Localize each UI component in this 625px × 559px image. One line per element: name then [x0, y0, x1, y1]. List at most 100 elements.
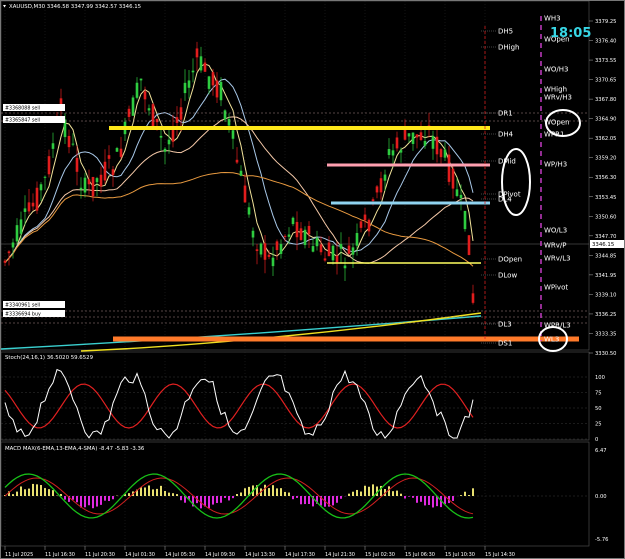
candle-body	[147, 108, 151, 111]
candle-body	[419, 132, 423, 140]
candle-body	[219, 81, 223, 101]
macd-histogram-bar	[280, 488, 282, 496]
macd-histogram-bar	[368, 486, 370, 496]
macd-histogram-bar	[364, 485, 366, 496]
macd-histogram-bar	[432, 496, 434, 508]
price-axis-label: 3353.45	[595, 195, 616, 201]
candle-body	[367, 219, 371, 232]
macd-histogram-bar	[452, 496, 454, 501]
macd-histogram-bar	[140, 487, 142, 496]
chart-window[interactable]: #3368088 sell #3365847 sell #3340961 sell #…	[0, 0, 625, 559]
price-axis-label: 3364.90	[595, 117, 616, 123]
candle-body	[167, 139, 171, 145]
candle-body	[363, 214, 367, 221]
macd-histogram-bar	[216, 496, 218, 504]
macd-histogram-bar	[208, 496, 210, 509]
macd-histogram-bar	[104, 496, 106, 501]
macd-histogram-bar	[340, 496, 342, 499]
candle-body	[103, 161, 107, 181]
price-axis-label: 3379.25	[595, 19, 616, 25]
candle-body	[27, 202, 31, 212]
price-axis-label: 3362.05	[595, 136, 616, 142]
candle-body	[283, 235, 287, 237]
stochastic-panel[interactable]	[1, 351, 590, 441]
time-axis-label: 14 Jul 21:30	[325, 552, 355, 558]
daily-level-label: DOpen	[498, 256, 522, 264]
macd-histogram-bar	[408, 496, 410, 497]
candle-body	[279, 244, 283, 254]
time-axis-label: 14 Jul 09:30	[205, 552, 235, 558]
time-axis-label: 14 Jul 13:30	[245, 552, 275, 558]
candle-body	[211, 72, 215, 86]
macd-histogram-bar	[240, 492, 242, 496]
macd-histogram-bar	[148, 485, 150, 496]
candle-body	[183, 82, 187, 94]
macd-histogram-bar	[388, 486, 390, 496]
candle-body	[23, 208, 27, 212]
candle-body	[319, 244, 323, 253]
daily-level-label: DH4	[498, 131, 514, 139]
candle-body	[455, 189, 459, 196]
macd-axis-label: 6.47	[595, 448, 607, 454]
price-axis-label: 3344.85	[595, 253, 616, 259]
macd-histogram-bar	[472, 488, 474, 496]
current-price-label: 3346.15	[592, 242, 614, 248]
candle-body	[415, 134, 419, 138]
weekly-level-label: WO/L3	[544, 227, 567, 235]
chart-canvas[interactable]: #3368088 sell #3365847 sell #3340961 sell #…	[1, 1, 625, 559]
macd-histogram-bar	[224, 496, 226, 498]
macd-histogram-bar	[244, 488, 246, 496]
candle-body	[435, 136, 439, 155]
macd-panel[interactable]	[1, 441, 590, 547]
daily-level-label: DHigh	[498, 44, 519, 52]
candle-body	[439, 149, 443, 158]
price-axis-label: 3339.10	[595, 292, 616, 298]
candle-body	[339, 244, 343, 249]
candle-body	[423, 141, 427, 146]
macd-histogram-bar	[296, 496, 298, 498]
candle-body	[359, 221, 363, 228]
candle-body	[299, 228, 303, 240]
candle-body	[467, 235, 471, 255]
candle-body	[115, 148, 119, 152]
candle-body	[231, 130, 235, 139]
candle-body	[35, 187, 39, 211]
macd-histogram-bar	[288, 492, 290, 496]
candle-body	[271, 257, 275, 267]
macd-histogram-bar	[468, 495, 470, 496]
candle-body	[111, 169, 115, 176]
candle-body	[443, 149, 447, 158]
macd-histogram-bar	[304, 496, 306, 505]
macd-histogram-bar	[420, 496, 422, 502]
macd-histogram-bar	[220, 496, 222, 503]
price-axis-label: 3341.95	[595, 273, 616, 279]
candle-body	[195, 48, 199, 58]
macd-axis-label: -5.76	[595, 537, 608, 543]
weekly-level-label: WRv/P	[544, 242, 567, 250]
candle-body	[251, 230, 255, 238]
time-axis-label: 14 Jul 17:30	[285, 552, 315, 558]
time-axis-label: 11 Jul 2025	[5, 552, 33, 558]
candle-body	[335, 255, 339, 263]
macd-histogram-bar	[416, 496, 418, 503]
macd-histogram-bar	[308, 496, 310, 505]
candle-body	[203, 62, 207, 72]
macd-histogram-bar	[336, 496, 338, 503]
candle-body	[99, 174, 103, 187]
candle-body	[247, 207, 251, 215]
price-axis-label: 3367.80	[595, 97, 616, 103]
macd-histogram-bar	[332, 496, 334, 506]
macd-histogram-bar	[88, 496, 90, 506]
price-axis-label: 3336.25	[595, 312, 616, 318]
macd-histogram-bar	[272, 485, 274, 496]
macd-histogram-bar	[108, 496, 110, 502]
time-axis-label: 14 Jul 01:30	[125, 552, 155, 558]
stoch-header: Stoch(24,16,1) 36.5020 59.6529	[5, 355, 94, 361]
macd-histogram-bar	[112, 496, 114, 500]
candle-body	[287, 234, 291, 237]
candle-body	[383, 174, 387, 181]
candle-body	[107, 155, 111, 159]
candle-body	[119, 148, 123, 157]
macd-histogram-bar	[228, 496, 230, 501]
macd-histogram-bar	[152, 489, 154, 496]
